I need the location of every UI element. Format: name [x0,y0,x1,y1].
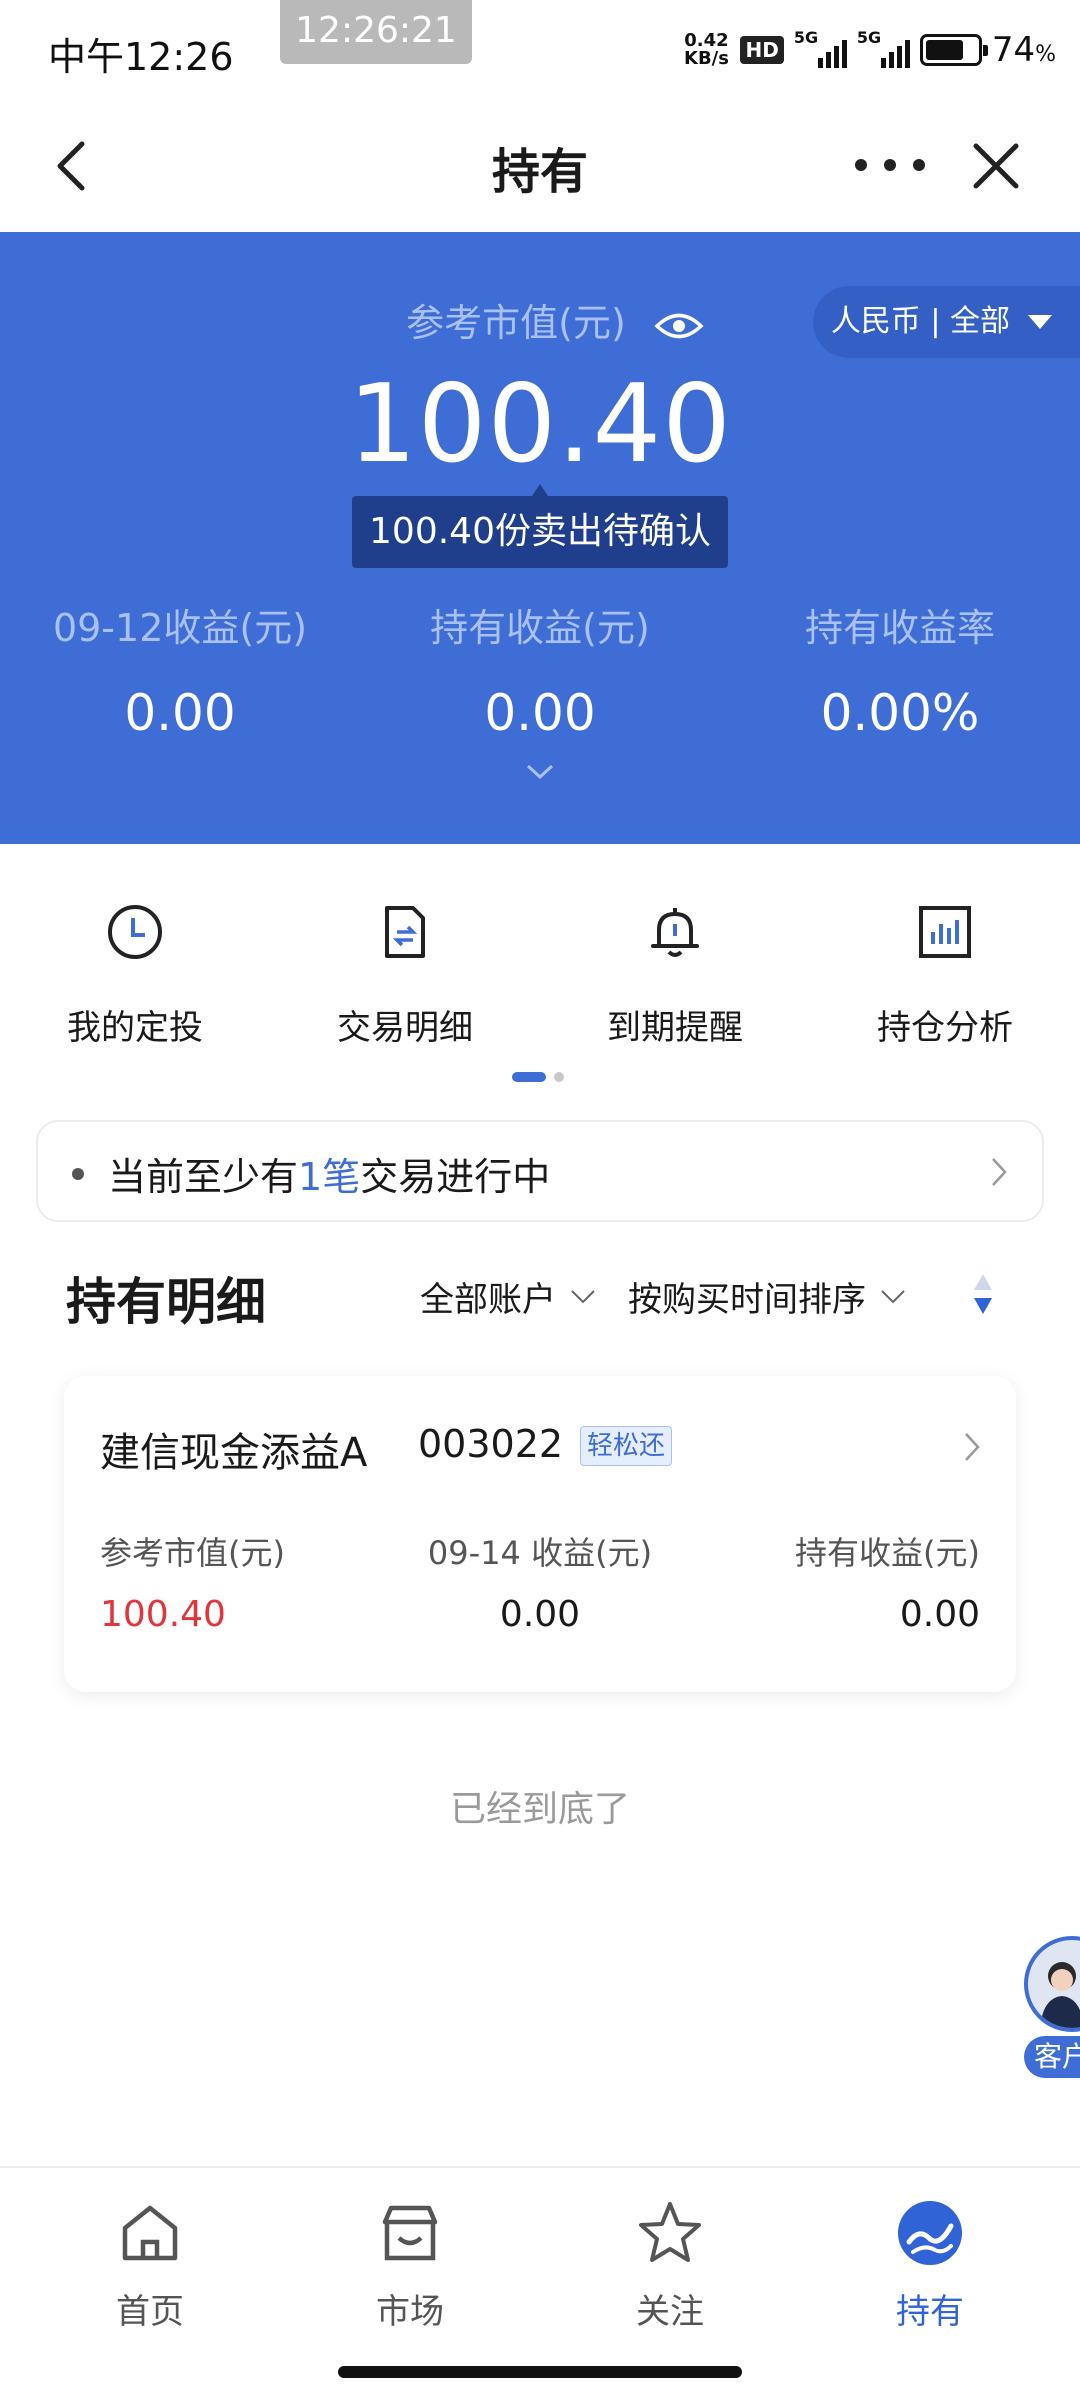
signal-icon-2: 5G [857,28,910,68]
home-icon [122,2205,178,2261]
more-icon[interactable] [855,150,925,180]
fund-code: 003022 [418,1422,564,1466]
chevron-right-icon [965,1433,980,1461]
chevron-down-icon [571,1289,595,1303]
customer-service-label: 客户 [1024,2036,1080,2078]
quick-entry-maturity-reminder[interactable]: 到期提醒 [540,880,810,1049]
end-of-list-note: 已经到底了 [449,1789,630,1830]
chevron-down-icon[interactable] [524,762,556,782]
battery-icon [919,34,988,66]
customer-service-avatar [1024,1936,1080,2032]
tab-watchlist[interactable]: 关注 [570,2198,770,2333]
sort-order-icon[interactable] [972,1270,994,1318]
hd-voice-icon: HD [740,36,784,64]
holdings-title: 持有明细 [66,1273,266,1331]
caret-down-icon [1028,315,1052,329]
holding-icon [898,2201,962,2265]
pending-tooltip: 100.40份卖出待确认 [352,484,728,568]
close-icon[interactable] [970,140,1022,192]
fund-name: 建信现金添益A [100,1430,368,1476]
star-icon [639,2202,701,2262]
holding-income-label: 持有收益(元) [795,1534,980,1572]
account-filter-dropdown[interactable]: 全部账户 [420,1272,596,1321]
bar-chart-icon [919,906,971,958]
quick-entry-row: 我的定投 交易明细 到期提醒 持仓分析 [0,880,1080,1080]
tab-holdings[interactable]: 持有 [830,2198,1030,2333]
customer-service-button[interactable]: 客户 [1024,1936,1080,2078]
quick-entry-transaction-detail[interactable]: 交易明细 [270,880,540,1049]
page-dot-active [512,1072,546,1082]
nav-bar: 持有 [0,100,1080,232]
stat-holding-income: 持有收益(元) 0.00 [430,606,650,742]
signal-icon: 5G [794,28,847,68]
network-speed: 0.42 KB/s [684,30,729,69]
tab-market[interactable]: 市场 [310,2198,510,2333]
store-icon [382,2205,438,2261]
chevron-down-icon [881,1289,905,1303]
bullet-dot [72,1168,84,1180]
holding-income-amount: 0.00 [899,1594,980,1635]
currency-filter-dropdown[interactable]: 人民币 | 全部 [812,286,1080,358]
quick-entry-position-analysis[interactable]: 持仓分析 [810,880,1080,1049]
daily-income-amount: 0.00 [499,1594,581,1635]
chevron-right-icon [992,1158,1007,1186]
bottom-tab-bar: 首页 市场 关注 持有 [0,2166,1080,2400]
status-bar: 中午12:26 12:26:21 0.42 KB/s HD 5G 5G 74% [0,0,1080,100]
sort-filter-dropdown[interactable]: 按购买时间排序 [628,1272,906,1321]
transaction-detail-icon [385,906,425,958]
battery-percent: 74% [991,30,1056,70]
notice-text: 当前至少有1笔交易进行中 [108,1155,551,1199]
holding-card[interactable]: 建信现金添益A 003022 轻松还 参考市值(元) 100.40 09-14 … [64,1376,1016,1692]
clock-icon [108,905,162,959]
clock-overlay: 12:26:21 [280,0,472,64]
fund-tag-badge: 轻松还 [580,1426,673,1466]
page-dot [554,1072,564,1082]
home-indicator [338,2366,742,2378]
pending-transaction-notice[interactable]: 当前至少有1笔交易进行中 [36,1120,1044,1222]
stat-holding-yield: 持有收益率 0.00% [804,606,995,742]
page-indicator [512,1072,564,1082]
status-time: 中午12:26 [48,35,234,79]
eye-icon[interactable] [654,311,704,341]
status-icons: 0.42 KB/s HD 5G 5G 74% [682,28,1056,70]
asset-summary-panel: 参考市值(元) 人民币 | 全部 100.40 100.40份卖出待确认 09-… [0,232,1080,844]
quick-entry-my-investment-plan[interactable]: 我的定投 [0,880,270,1049]
bell-icon [651,908,699,957]
stat-daily-income: 09-12收益(元) 0.00 [52,606,308,742]
tab-home[interactable]: 首页 [50,2198,250,2333]
market-value: 100.40 [348,362,732,487]
